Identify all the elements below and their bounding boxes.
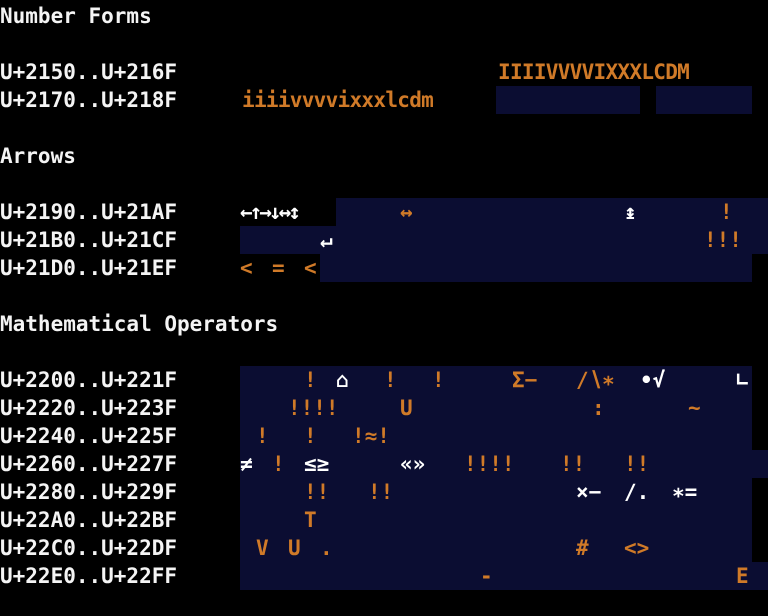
glyph-cell: •√: [640, 368, 666, 392]
glyph-cell: -: [480, 564, 493, 588]
glyph-cell: !!!: [704, 228, 742, 252]
table-row: U+2220..U+223F !!!! U : ~: [0, 394, 768, 422]
glyph-cell: ↨: [624, 200, 637, 224]
glyph-cell: ≠: [240, 452, 253, 476]
glyph-cell: ∗=: [672, 480, 698, 504]
unassigned-cells: [240, 562, 768, 590]
glyph-cell: ×−: [576, 480, 602, 504]
glyph-cell: !: [256, 424, 269, 448]
table-row: U+2170..U+218F iiiivvvvixxxlcdm: [0, 86, 768, 114]
glyph-cell: !: [304, 424, 317, 448]
glyph-cell: !: [272, 452, 285, 476]
glyph-cell: U: [400, 396, 413, 420]
unassigned-cells: [240, 422, 752, 450]
section-title-arrows: Arrows: [0, 144, 76, 168]
unassigned-cells: [496, 86, 640, 114]
range-label: U+2220..U+223F: [0, 396, 178, 420]
glyph-cell: ⌂: [336, 368, 349, 392]
glyph-cell: !!!!: [288, 396, 339, 420]
range-label: U+22A0..U+22BF: [0, 508, 178, 532]
glyph-cell: E: [736, 564, 749, 588]
glyph-cell: ↔: [400, 200, 413, 224]
table-row: U+21B0..U+21CF ↵ !!!: [0, 226, 768, 254]
glyph-cell: ∟: [736, 368, 749, 392]
range-label: U+22E0..U+22FF: [0, 564, 178, 588]
glyph-cell: U: [288, 536, 301, 560]
range-label: U+2150..U+216F: [0, 60, 178, 84]
glyph-cell: ∕.: [624, 480, 650, 504]
range-label: U+2190..U+21AF: [0, 200, 178, 224]
glyph-run: iiiivvvvixxxlcdm: [242, 88, 434, 112]
glyph-cell: !: [432, 368, 445, 392]
table-row: U+22E0..U+22FF - E: [0, 562, 768, 590]
glyph-run: IIIIVVVVIXXXLCDM: [498, 60, 690, 84]
glyph-cell: ∕∖∗: [576, 368, 615, 392]
table-row: U+22A0..U+22BF T: [0, 506, 768, 534]
glyph-cell: <: [240, 256, 253, 280]
glyph-cell: ↵: [320, 228, 333, 252]
glyph-cell: <>: [624, 536, 650, 560]
glyph-cell: =: [272, 256, 285, 280]
unassigned-cells: [656, 86, 752, 114]
glyph-cell: ≤≥: [304, 452, 330, 476]
glyph-cell: !!: [624, 452, 650, 476]
glyph-cell: #: [576, 536, 589, 560]
arrow-glyphs: ←↑→↓↔↕: [240, 200, 301, 224]
range-label: U+2260..U+227F: [0, 452, 178, 476]
glyph-cell: .: [320, 536, 333, 560]
range-label: U+2280..U+229F: [0, 480, 178, 504]
table-row: U+21D0..U+21EF < = <: [0, 254, 768, 282]
section-title-mathematical-operators: Mathematical Operators: [0, 312, 279, 336]
range-label: U+21D0..U+21EF: [0, 256, 178, 280]
table-row: U+2150..U+216F IIIIVVVVIXXXLCDM: [0, 58, 768, 86]
range-label: U+22C0..U+22DF: [0, 536, 178, 560]
unassigned-cells: [320, 254, 752, 282]
glyph-cell: !≈!: [352, 424, 390, 448]
range-label: U+2200..U+221F: [0, 368, 178, 392]
table-row: U+2200..U+221F ! ⌂ ! ! Σ− ∕∖∗ •√ ∟: [0, 366, 768, 394]
glyph-cell: !: [720, 200, 733, 224]
table-row: U+2240..U+225F ! ! !≈!: [0, 422, 768, 450]
glyph-cell: V: [256, 536, 269, 560]
glyph-cell: !!!!: [464, 452, 515, 476]
glyph-cell: !: [304, 368, 317, 392]
unassigned-cells: [240, 534, 752, 562]
range-label: U+2170..U+218F: [0, 88, 178, 112]
glyph-cell: !!: [304, 480, 330, 504]
glyph-cell: Σ−: [512, 368, 538, 392]
glyph-cell: !!: [560, 452, 586, 476]
table-row: U+2260..U+227F ≠ ! ≤≥ «» !!!! !! !!: [0, 450, 768, 478]
glyph-cell: :: [592, 396, 605, 420]
glyph-cell: ~: [688, 396, 701, 420]
glyph-cell: «»: [400, 452, 426, 476]
glyph-cell: !: [384, 368, 397, 392]
range-label: U+2240..U+225F: [0, 424, 178, 448]
table-row: U+2190..U+21AF ←↑→↓↔↕ ↔ ↨ !: [0, 198, 768, 226]
unassigned-cells: [240, 366, 752, 394]
glyph-cell: T: [304, 508, 317, 532]
table-row: U+22C0..U+22DF V U . # <>: [0, 534, 768, 562]
unassigned-cells: [240, 506, 752, 534]
section-title-number-forms: Number Forms: [0, 4, 152, 28]
glyph-cell: <: [304, 256, 317, 280]
range-label: U+21B0..U+21CF: [0, 228, 178, 252]
glyph-cell: !!: [368, 480, 394, 504]
table-row: U+2280..U+229F !! !! ×− ∕. ∗=: [0, 478, 768, 506]
